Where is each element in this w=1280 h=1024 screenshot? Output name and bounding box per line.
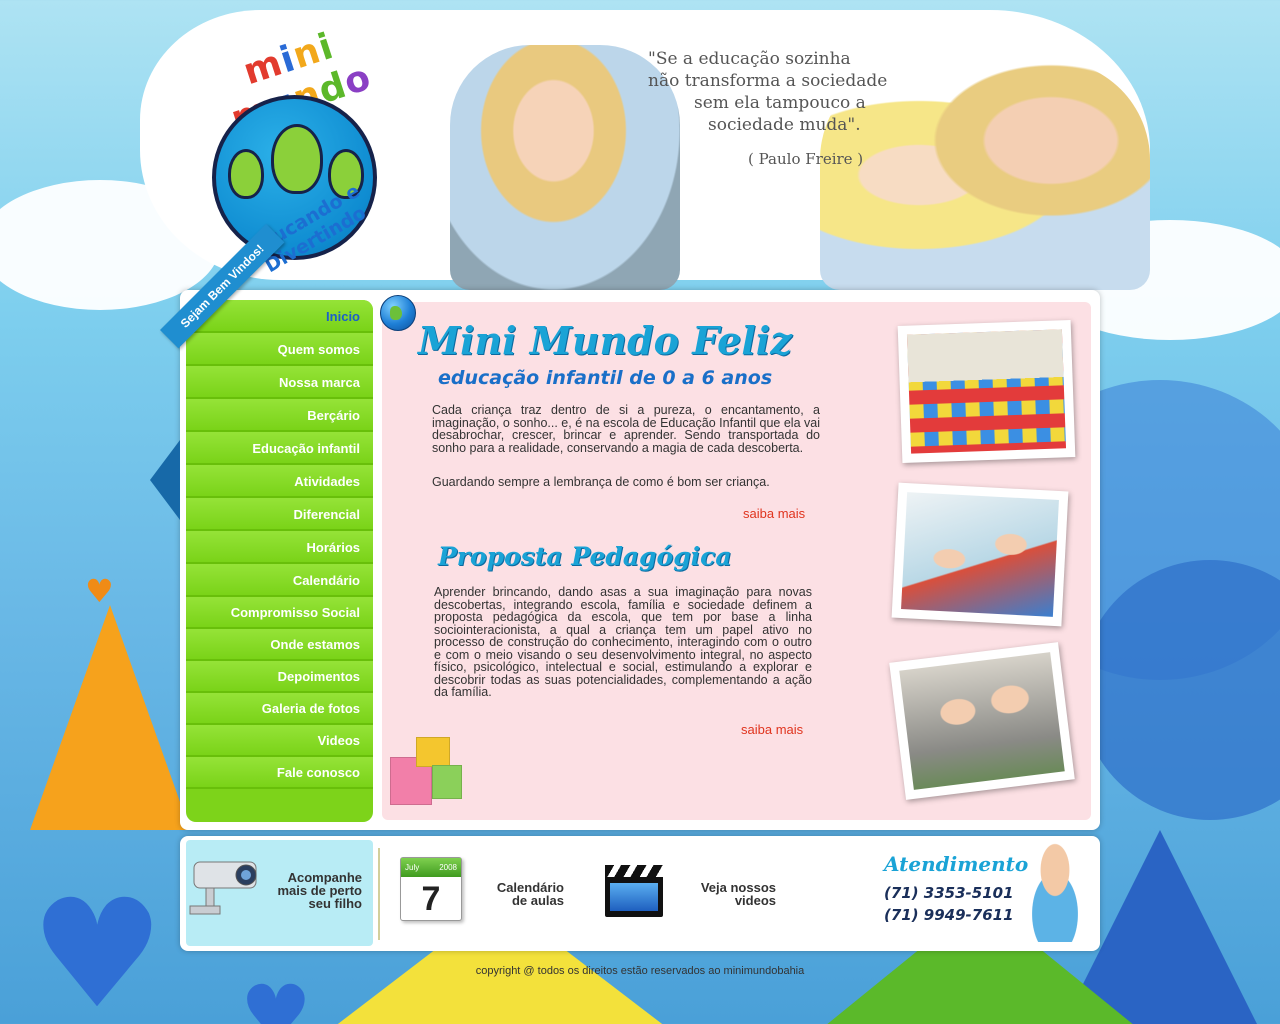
page-title: Mini Mundo Feliz bbox=[418, 318, 792, 363]
heart-decoration: ♥ bbox=[30, 868, 165, 1024]
nav-item-calendario[interactable]: Calendário bbox=[186, 564, 373, 597]
nav-item-quem-somos[interactable]: Quem somos bbox=[186, 333, 373, 366]
section-paragraph: Aprender brincando, dando asas a sua ima… bbox=[434, 585, 812, 699]
page-subtitle: educação infantil de 0 a 6 anos bbox=[438, 367, 773, 389]
child-figure-icon bbox=[228, 149, 264, 199]
divider bbox=[378, 848, 380, 940]
gallery-photo[interactable] bbox=[897, 320, 1076, 463]
calendar-icon[interactable]: July 2008 7 bbox=[400, 857, 462, 921]
phone-number[interactable]: (71) 3353-5101 bbox=[884, 884, 1014, 902]
copyright: copyright @ todos os direitos estão rese… bbox=[475, 965, 805, 977]
calendar-year: 2008 bbox=[439, 863, 457, 872]
quote-line: sociedade muda". bbox=[708, 115, 861, 135]
camera-label[interactable]: Acompanhe mais de perto seu filho bbox=[250, 871, 362, 910]
calendar-day: 7 bbox=[421, 880, 441, 918]
nav-item-atividades[interactable]: Atividades bbox=[186, 465, 373, 498]
atendimento-title: Atendimento bbox=[884, 852, 1029, 876]
phone-number[interactable]: (71) 9949-7611 bbox=[884, 906, 1014, 924]
nav-item-compromisso-social[interactable]: Compromisso Social bbox=[186, 597, 373, 629]
nav-item-onde-estamos[interactable]: Onde estamos bbox=[186, 629, 373, 661]
heart-decoration: ♥ bbox=[240, 968, 312, 1024]
quote-line: "Se a educação sozinha bbox=[648, 49, 851, 69]
videos-link-label[interactable]: Veja nossos videos bbox=[680, 881, 776, 907]
videos-label-line: videos bbox=[734, 893, 776, 908]
nav-item-videos[interactable]: Videos bbox=[186, 725, 373, 757]
cone-decoration bbox=[30, 605, 190, 830]
header-quote: "Se a educação sozinha não transforma a … bbox=[648, 48, 908, 136]
heart-decoration: ♥ bbox=[85, 572, 114, 610]
calendar-label-line: de aulas bbox=[511, 893, 564, 908]
logo[interactable]: mini mundo Educando e Divertindo bbox=[200, 26, 390, 280]
nav-item-horarios[interactable]: Horários bbox=[186, 531, 373, 564]
saiba-mais-link[interactable]: saiba mais bbox=[741, 722, 803, 737]
sidebar-nav: Inicio Quem somos Nossa marca Berçário E… bbox=[186, 300, 373, 822]
nav-item-depoimentos[interactable]: Depoimentos bbox=[186, 661, 373, 693]
toy-blocks-image bbox=[388, 735, 473, 815]
section-title: Proposta Pedagógica bbox=[438, 542, 732, 571]
intro-paragraph: Cada criança traz dentro de si a pureza,… bbox=[432, 403, 820, 455]
baby-phone-image bbox=[1015, 842, 1095, 942]
gallery-photo[interactable] bbox=[891, 482, 1069, 627]
gallery-photo[interactable] bbox=[889, 642, 1075, 800]
ribbon-tail bbox=[150, 440, 180, 520]
nav-item-nossa-marca[interactable]: Nossa marca bbox=[186, 366, 373, 399]
nav-item-diferencial[interactable]: Diferencial bbox=[186, 498, 373, 531]
intro-paragraph: Guardando sempre a lembrança de como é b… bbox=[432, 475, 770, 489]
quote-line: sem ela tampouco a bbox=[694, 93, 866, 113]
child-figure-icon bbox=[271, 124, 323, 194]
calendar-link-label[interactable]: Calendário de aulas bbox=[470, 881, 564, 907]
header-photo-mother-child bbox=[450, 45, 680, 290]
nav-item-bercario[interactable]: Berçário bbox=[186, 399, 373, 432]
nav-item-galeria-de-fotos[interactable]: Galeria de fotos bbox=[186, 693, 373, 725]
saiba-mais-link[interactable]: saiba mais bbox=[743, 506, 805, 521]
calendar-month: July bbox=[405, 863, 420, 872]
globe-icon bbox=[380, 295, 416, 331]
nav-item-educacao-infantil[interactable]: Educação infantil bbox=[186, 432, 373, 465]
nav-item-fale-conosco[interactable]: Fale conosco bbox=[186, 757, 373, 789]
quote-author: ( Paulo Freire ) bbox=[748, 150, 864, 168]
quote-line: não transforma a sociedade bbox=[648, 71, 888, 91]
camera-label-line: seu filho bbox=[308, 896, 362, 911]
clapperboard-icon[interactable] bbox=[605, 865, 663, 917]
